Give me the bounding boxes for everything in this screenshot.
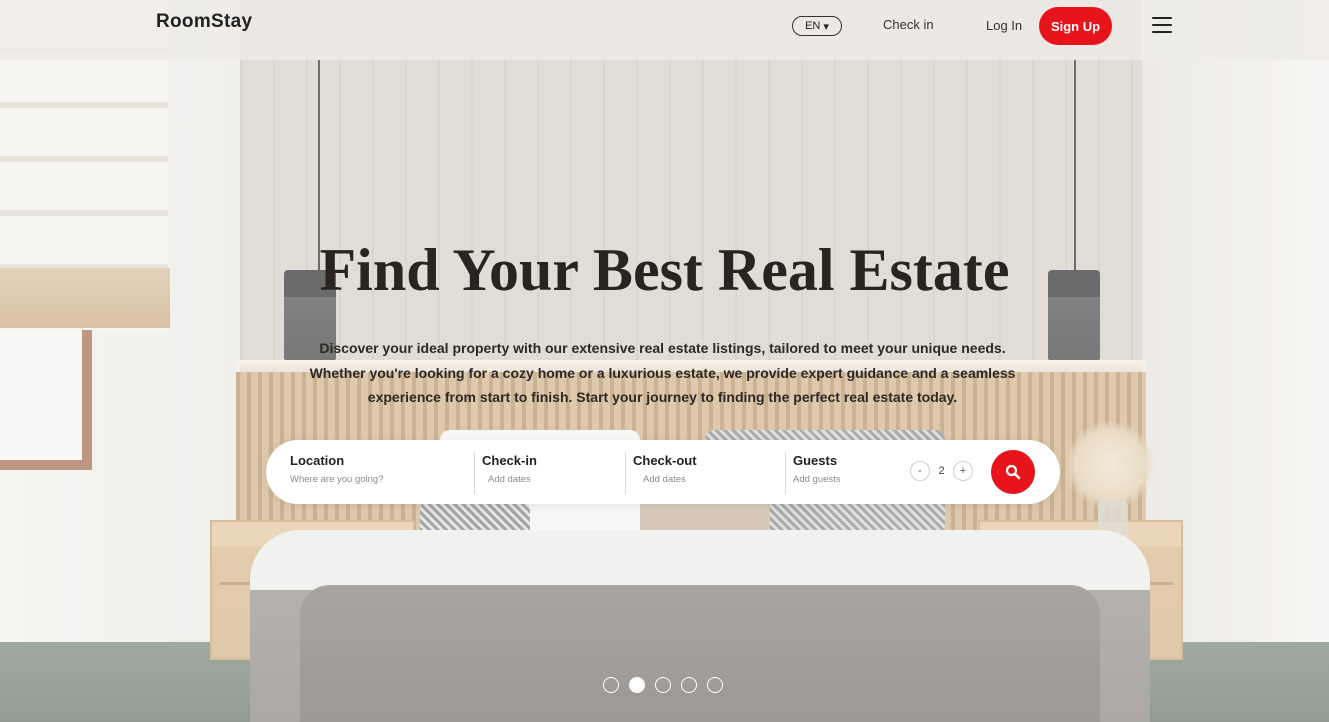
guest-count-stepper: - 2 + <box>910 461 973 481</box>
menu-bar <box>1152 17 1172 19</box>
guests-placeholder: Add guests <box>793 474 841 485</box>
location-label: Location <box>290 453 345 468</box>
brand-logo[interactable]: RoomStay <box>156 11 252 33</box>
hamburger-menu-icon[interactable] <box>1152 16 1172 34</box>
check-out-field[interactable]: Check-out Add dates <box>633 453 697 485</box>
sign-up-button[interactable]: Sign Up <box>1039 7 1112 45</box>
location-placeholder: Where are you going? <box>290 474 384 485</box>
nav-check-in-link[interactable]: Check in <box>883 17 934 32</box>
decrease-guests-button[interactable]: - <box>910 461 930 481</box>
check-out-label: Check-out <box>633 453 697 468</box>
menu-bar <box>1152 24 1172 26</box>
carousel-dot[interactable] <box>707 677 723 693</box>
hero-title: Find Your Best Real Estate <box>319 237 1010 303</box>
guest-count-value: 2 <box>938 465 945 477</box>
language-label: EN <box>805 20 821 32</box>
search-button[interactable] <box>991 450 1035 494</box>
menu-bar <box>1152 31 1172 33</box>
language-selector[interactable]: EN ▾ <box>792 16 842 36</box>
carousel-pagination <box>603 677 723 693</box>
divider <box>785 452 786 494</box>
check-in-placeholder: Add dates <box>488 474 531 485</box>
guests-field[interactable]: Guests Add guests <box>793 453 841 485</box>
guests-label: Guests <box>793 453 838 468</box>
check-in-field[interactable]: Check-in Add dates <box>482 453 537 485</box>
location-field[interactable]: Location Where are you going? <box>290 453 383 485</box>
search-icon <box>1005 464 1021 480</box>
property-search-bar: Location Where are you going? Check-in A… <box>266 440 1060 504</box>
top-navbar: RoomStay EN ▾ Check in Log In Sign Up <box>0 0 1329 60</box>
carousel-dot[interactable] <box>655 677 671 693</box>
check-out-placeholder: Add dates <box>643 474 686 485</box>
carousel-dot[interactable] <box>603 677 619 693</box>
chevron-down-icon: ▾ <box>823 20 829 33</box>
hero-description: Discover your ideal property with our ex… <box>309 340 1016 405</box>
increase-guests-button[interactable]: + <box>953 461 973 481</box>
divider <box>625 452 626 494</box>
divider <box>474 452 475 494</box>
log-in-link[interactable]: Log In <box>986 18 1022 33</box>
carousel-dot-active[interactable] <box>629 677 645 693</box>
check-in-label: Check-in <box>482 453 537 468</box>
carousel-dot[interactable] <box>681 677 697 693</box>
